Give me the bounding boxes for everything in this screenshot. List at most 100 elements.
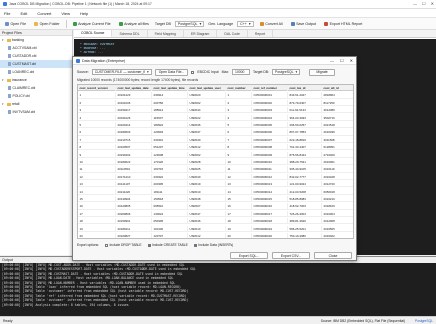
- open-folder-button[interactable]: Open Folder: [32, 21, 61, 27]
- column-header[interactable]: cust_tax_id: [288, 85, 322, 92]
- table-row[interactable]: 8 20160507 051207 USR012 8 CP000000008 701-33-…: [78, 144, 353, 151]
- output-log[interactable]: [09:00:00] [INFO] [INFO] MD-CUST-ADDR-DA…: [0, 263, 436, 307]
- table-row[interactable]: 19 20180211 160130 USR010 19 CP000000019 586-2…: [78, 225, 353, 232]
- include-inserts-checkbox[interactable]: [193, 243, 197, 247]
- target-db-select[interactable]: PostgreSQL ▾: [174, 20, 205, 27]
- expand-caret-icon[interactable]: ▾: [2, 102, 5, 106]
- table-row[interactable]: 10 20180622 170120 USR028 10 CP000000010 388-2…: [78, 159, 353, 166]
- column-header[interactable]: cust_alt_id: [322, 85, 353, 91]
- column-header[interactable]: cust_record_version: [78, 85, 116, 92]
- table-cell: USR040: [188, 173, 226, 180]
- table-cell: 011-62-5134: [288, 107, 322, 114]
- table-row[interactable]: 6 20180603 120603 USR037 6 CP000000006 867-07-…: [78, 129, 353, 136]
- table-row[interactable]: 7 20210715 230301 USR040 7 CP000000007 622-18-…: [78, 136, 353, 143]
- output-panel: Output [09:00:00] [INFO] [INFO] MD-CUST-…: [0, 256, 436, 316]
- open-data-file-button[interactable]: Open Data File...: [154, 68, 189, 76]
- dialog-close-icon[interactable]: ✕: [350, 58, 353, 63]
- dialog-minimize-button[interactable]: —: [330, 58, 334, 63]
- tree-file[interactable]: LOANREC.cbl: [0, 68, 72, 76]
- tree-file[interactable]: CUSTMAST.cbl: [0, 60, 72, 68]
- table-cell: 2616061: [322, 159, 353, 165]
- convert-all-button[interactable]: Convert All: [258, 21, 285, 27]
- table-row[interactable]: 20 20160827 120707 USR012 20 CP000000020 750-1…: [78, 233, 353, 238]
- tab-schema-ddl[interactable]: Schema DDL: [112, 30, 148, 37]
- max-records-input[interactable]: 10000: [231, 69, 250, 75]
- migrate-button[interactable]: Migrate: [309, 68, 336, 76]
- table-cell: CP000000015: [252, 196, 288, 203]
- tab-report[interactable]: Report: [248, 30, 274, 37]
- expand-caret-icon[interactable]: ▾: [2, 78, 5, 82]
- ebcdic-checkbox[interactable]: [191, 70, 195, 74]
- column-header[interactable]: cust_number: [226, 85, 252, 92]
- tree-file[interactable]: INVTVSAM.cbl: [0, 108, 72, 116]
- app-icon: [3, 2, 7, 6]
- table-row[interactable]: 14 20211220 181111 USR010 14 CP000000014 212-0…: [78, 188, 353, 195]
- table-cell: 1: [226, 92, 252, 99]
- tab-cobol-source[interactable]: COBOL Source: [74, 30, 113, 37]
- table-cell: 389-81-3620: [288, 218, 322, 225]
- table-cell: 13: [78, 181, 116, 188]
- tree-folder[interactable]: ▾ banking: [0, 36, 72, 44]
- table-row[interactable]: 17 20200806 130624 USR047 17 CP000000017 726-2…: [78, 210, 353, 217]
- gen-language-value: C++: [240, 21, 247, 26]
- migration-data-grid[interactable]: cust_record_version cust_last_update_date…: [77, 84, 354, 239]
- table-row[interactable]: 4 20040126 115607 USR022 4 CP000000004 364-03-…: [78, 114, 353, 121]
- expand-caret-icon[interactable]: ▾: [2, 38, 5, 42]
- table-cell: 364-03-3093: [288, 114, 322, 121]
- tree-folder[interactable]: ▾ retail: [0, 100, 72, 108]
- export-options-label: Export options:: [77, 243, 99, 247]
- table-row[interactable]: 15 20130904 150518 USR048 15 CP000000015 518-8…: [78, 196, 353, 203]
- menu-view[interactable]: View: [61, 11, 70, 16]
- gen-language-select[interactable]: C++ ▾: [237, 20, 254, 27]
- tab-field-mapping[interactable]: Field Mapping: [148, 30, 184, 37]
- dialog-maximize-button[interactable]: ☐: [340, 58, 344, 63]
- analyze-current-button[interactable]: Analyze Current File: [71, 21, 113, 27]
- open-file-button[interactable]: Open File: [3, 21, 28, 27]
- tree-file[interactable]: CLAIMREC.cbl: [0, 84, 72, 92]
- menu-convert[interactable]: Convert: [37, 11, 51, 16]
- include-drop-checkbox[interactable]: [105, 243, 108, 247]
- column-header[interactable]: cust_last_update_time: [152, 85, 188, 92]
- table-cell: 20180211: [116, 225, 152, 232]
- analyze-all-button[interactable]: Analyze all files: [117, 21, 151, 27]
- table-row[interactable]: 9 20230402 123008 USR002 9 CP000000009 875-56-…: [78, 151, 353, 158]
- table-cell: 4612380: [322, 107, 353, 113]
- menu-bar: File Edit Convert View Help: [0, 9, 436, 18]
- table-cell: 9: [226, 151, 252, 158]
- convert-icon: [259, 21, 264, 26]
- table-row[interactable]: 3 20150217 185614 USR044 3 CP000000003 011-62-…: [78, 107, 353, 114]
- tree-file[interactable]: ACCTVSAM.cbl: [0, 44, 72, 52]
- tab-dal-code[interactable]: DAL Code: [217, 30, 248, 37]
- export-csv-button[interactable]: Export CSV...: [272, 252, 310, 259]
- table-row[interactable]: 11 20110501 160715 USR025 11 CP000000011 305-4…: [78, 166, 353, 173]
- export-html-button[interactable]: Export HTML Report: [322, 21, 364, 27]
- column-header[interactable]: cust_last_update_date: [116, 85, 152, 92]
- table-row[interactable]: 1 20101223 230914 USR020 1 CP000000001 843-51-…: [78, 92, 353, 99]
- close-window-button[interactable]: ✕: [431, 1, 434, 6]
- column-header[interactable]: cust_last_update_user: [188, 85, 226, 92]
- table-row[interactable]: 18 20150901 050305 USR046 18 CP000000018 389-8…: [78, 218, 353, 225]
- save-output-button[interactable]: Save Output: [289, 21, 318, 27]
- tab-er-diagram[interactable]: ER Diagram: [184, 30, 218, 37]
- menu-file[interactable]: File: [4, 11, 10, 16]
- tree-file[interactable]: CUSTADDR.cbl: [0, 52, 72, 60]
- table-row[interactable]: 5 20220414 180922 USR036 5 CP000000005 296-50-…: [78, 122, 353, 129]
- table-row[interactable]: 2 20101006 200756 USR002 2 CP000000002 873-79-…: [78, 99, 353, 106]
- table-row[interactable]: 13 20141107 200305 USR019 13 CP000000013 121-6…: [78, 181, 353, 188]
- tree-file[interactable]: POLICY.cbl: [0, 92, 72, 100]
- maximize-button[interactable]: ☐: [422, 1, 426, 6]
- table-cell: 20200806: [116, 210, 152, 217]
- export-sql-button[interactable]: Export SQL...: [230, 252, 268, 259]
- close-button[interactable]: Close: [314, 252, 352, 259]
- include-create-checkbox[interactable]: [147, 243, 151, 247]
- source-select[interactable]: CUSTOMER-FILE — customer_file ▾: [91, 69, 152, 75]
- menu-help[interactable]: Help: [80, 11, 88, 16]
- column-header[interactable]: cust_ref_number: [252, 85, 288, 92]
- dialog-target-db-select[interactable]: PostgreSQL ▾: [272, 69, 301, 75]
- menu-edit[interactable]: Edit: [20, 11, 27, 16]
- open-folder-label: Open Folder: [39, 21, 60, 26]
- minimize-button[interactable]: —: [413, 1, 417, 6]
- table-row[interactable]: 16 20120805 095510 USR007 16 CP000000016 418-5…: [78, 203, 353, 210]
- table-row[interactable]: 12 20171210 230322 USR040 12 CP000000012 842-6…: [78, 173, 353, 180]
- tree-folder[interactable]: ▾ insurance: [0, 76, 72, 84]
